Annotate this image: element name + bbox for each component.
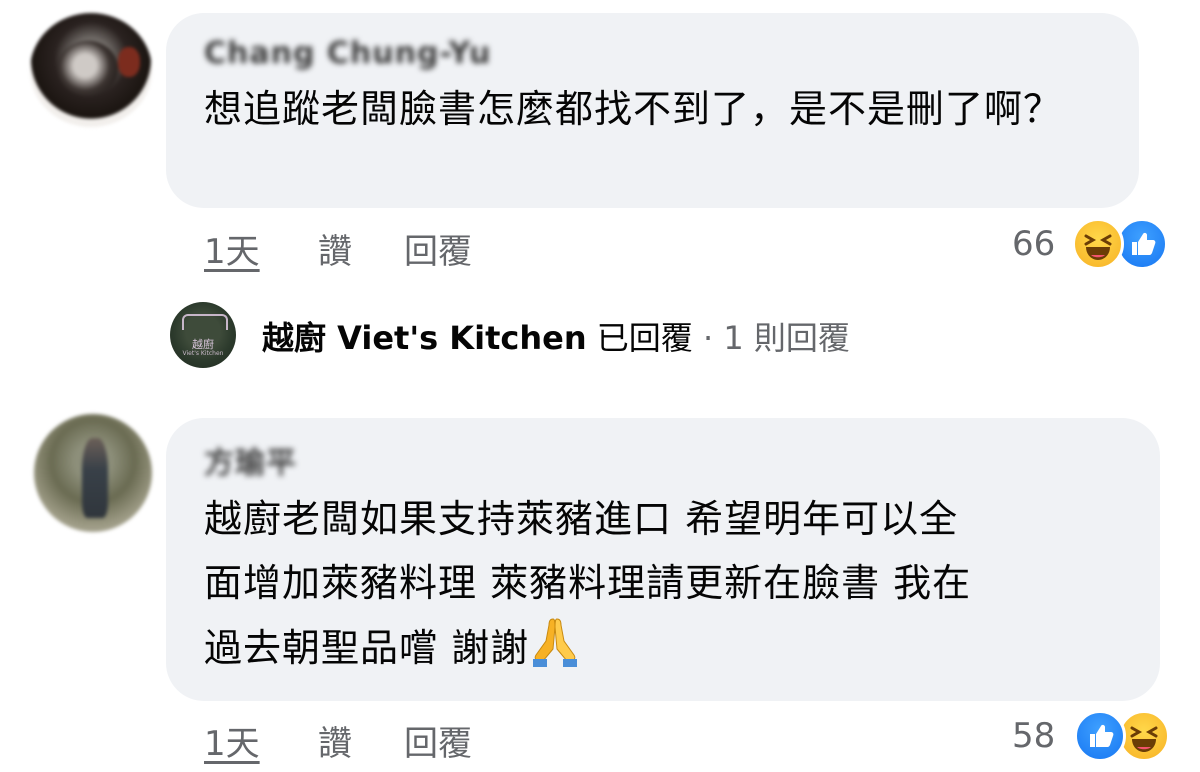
thumbs-up-icon [1090, 724, 1114, 747]
comment-text-line: 面增加萊豬料理 萊豬料理請更新在臉書 我在 [204, 561, 972, 605]
separator-dot: · [702, 319, 714, 357]
laughing-face-icon [1130, 726, 1158, 752]
commenter-avatar[interactable] [34, 414, 152, 532]
folded-hands-icon [529, 615, 581, 669]
comment-text: 想追蹤老闆臉書怎麼都找不到了，是不是刪了啊？ [204, 87, 1063, 131]
comment-text: 越廚老闆如果支持萊豬進口 希望明年可以全 面增加萊豬料理 萊豬料理請更新在臉書 … [204, 487, 1144, 680]
reaction-count[interactable]: 58 [1012, 716, 1055, 756]
comment-timestamp[interactable]: 1天 [204, 716, 260, 765]
view-replies-link[interactable]: 越廚 Viet's Kitchen 已回覆 · 1 則回覆 [262, 313, 850, 359]
avatar-logo-subtext: Viet's Kitchen [182, 350, 224, 357]
replied-label: 已回覆 [596, 319, 693, 357]
comment-timestamp[interactable]: 1天 [204, 224, 260, 273]
reply-count: 1 則回覆 [723, 319, 850, 357]
laughing-face-icon [1084, 234, 1112, 260]
avatar-photo-detail [118, 47, 140, 77]
page-avatar[interactable]: 越廚 Viet's Kitchen [170, 302, 236, 368]
avatar-photo [58, 41, 118, 96]
page-name: 越廚 Viet's Kitchen [262, 319, 587, 357]
avatar-photo [82, 438, 108, 518]
folded-hands-svg [533, 618, 578, 667]
reply-button[interactable]: 回覆 [404, 224, 472, 273]
like-button[interactable]: 讚 [318, 224, 352, 273]
reaction-count[interactable]: 66 [1012, 224, 1055, 264]
logo-roof-icon [182, 314, 228, 330]
thumbs-up-icon [1132, 232, 1156, 255]
comment-text-segment: 過去朝聖品嚐 謝謝 [204, 626, 530, 670]
comment-author-name[interactable]: Chang Chung-Yu [204, 36, 491, 71]
comment-text-line: 越廚老闆如果支持萊豬進口 希望明年可以全 [204, 497, 959, 541]
comment-text-line: 過去朝聖品嚐 謝謝 [204, 615, 1144, 680]
haha-icon [1072, 218, 1124, 270]
like-button[interactable]: 讚 [318, 716, 352, 765]
commenter-avatar[interactable] [30, 13, 152, 127]
reply-button[interactable]: 回覆 [404, 716, 472, 765]
comment-author-name[interactable]: 方瑜平 [204, 438, 297, 482]
like-icon [1074, 710, 1126, 762]
